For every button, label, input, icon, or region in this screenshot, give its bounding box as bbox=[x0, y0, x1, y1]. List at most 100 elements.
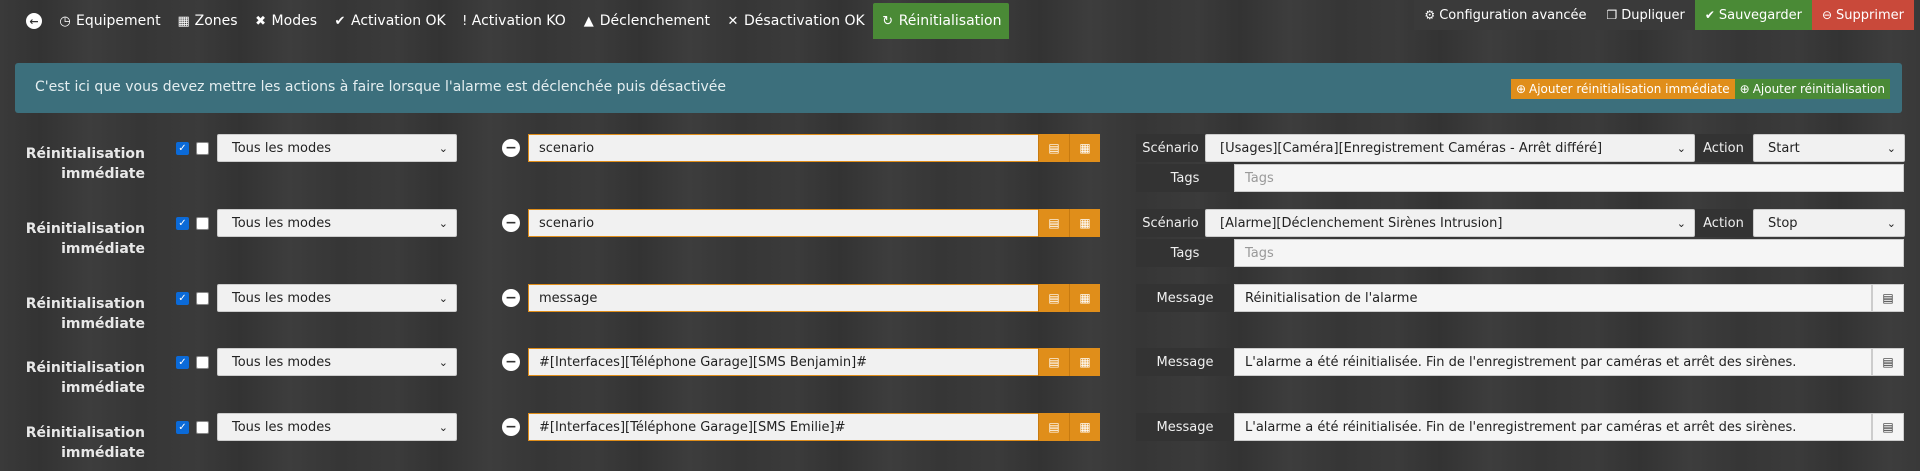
message-input[interactable]: Réinitialisation de l'alarme bbox=[1234, 284, 1872, 312]
select-command-button[interactable]: ▤ bbox=[1038, 209, 1069, 237]
command-input[interactable]: scenario bbox=[528, 134, 1040, 162]
enable-checkbox[interactable]: ✓ bbox=[176, 217, 189, 230]
minus-icon: − bbox=[505, 354, 517, 370]
row-label: Réinitialisation immédiate bbox=[25, 146, 145, 182]
list-alt-icon: ▤ bbox=[1048, 216, 1060, 230]
chevron-down-icon: ⌄ bbox=[438, 421, 448, 434]
chevron-down-icon: ⌄ bbox=[1676, 217, 1686, 230]
button-label: Ajouter réinitialisation bbox=[1752, 82, 1885, 96]
parallel-checkbox[interactable] bbox=[196, 217, 209, 230]
select-value: Start bbox=[1768, 140, 1800, 156]
tab-reinitialisation[interactable]: ↻ Réinitialisation bbox=[872, 3, 1010, 39]
select-action-button[interactable]: ▦ bbox=[1069, 209, 1100, 237]
parallel-checkbox[interactable] bbox=[196, 356, 209, 369]
grid-icon: ▦ bbox=[177, 13, 190, 29]
select-value: Tous les modes bbox=[232, 354, 331, 370]
tasks-icon: ▦ bbox=[1079, 291, 1091, 305]
select-value: Tous les modes bbox=[232, 140, 331, 156]
select-value: Tous les modes bbox=[232, 290, 331, 306]
tab-label: Activation OK bbox=[351, 13, 446, 29]
action-select[interactable]: Stop ⌄ bbox=[1753, 209, 1905, 237]
select-command-button[interactable]: ▤ bbox=[1038, 134, 1069, 162]
tab-label: Zones bbox=[194, 13, 238, 29]
command-input[interactable]: #[Interfaces][Téléphone Garage][SMS Benj… bbox=[528, 348, 1040, 376]
enable-checkbox[interactable]: ✓ bbox=[176, 142, 189, 155]
tasks-icon: ▦ bbox=[1079, 141, 1091, 155]
tags-input[interactable]: Tags bbox=[1234, 239, 1904, 267]
advanced-config-button[interactable]: ⚙ Configuration avancée bbox=[1414, 0, 1597, 30]
enable-checkbox[interactable]: ✓ bbox=[176, 356, 189, 369]
minus-circle-icon: ⊖ bbox=[1821, 8, 1833, 22]
plus-circle-icon: ⊕ bbox=[1515, 82, 1527, 96]
enable-checkbox[interactable]: ✓ bbox=[176, 292, 189, 305]
message-option-button[interactable]: ▤ bbox=[1872, 284, 1904, 312]
duplicate-button[interactable]: ❐ Dupliquer bbox=[1596, 0, 1695, 30]
command-input[interactable]: message bbox=[528, 284, 1040, 312]
message-input[interactable]: L'alarme a été réinitialisée. Fin de l'e… bbox=[1234, 413, 1872, 441]
mode-select[interactable]: Tous les modes ⌄ bbox=[217, 134, 457, 162]
list-alt-icon: ▤ bbox=[1048, 291, 1060, 305]
bell-icon: ▲ bbox=[583, 13, 594, 29]
parallel-checkbox[interactable] bbox=[196, 142, 209, 155]
cogs-icon: ⚙ bbox=[1424, 8, 1436, 22]
row-label: Réinitialisation immédiate bbox=[25, 221, 145, 257]
parallel-checkbox[interactable] bbox=[196, 421, 209, 434]
mode-select[interactable]: Tous les modes ⌄ bbox=[217, 413, 457, 441]
message-option-button[interactable]: ▤ bbox=[1872, 348, 1904, 376]
mode-select[interactable]: Tous les modes ⌄ bbox=[217, 209, 457, 237]
remove-action-button[interactable]: − bbox=[502, 353, 520, 371]
select-action-button[interactable]: ▦ bbox=[1069, 134, 1100, 162]
select-action-button[interactable]: ▦ bbox=[1069, 413, 1100, 441]
command-input[interactable]: #[Interfaces][Téléphone Garage][SMS Emil… bbox=[528, 413, 1040, 441]
back-button[interactable]: ← bbox=[18, 3, 50, 39]
select-command-button[interactable]: ▤ bbox=[1038, 284, 1069, 312]
tab-zones[interactable]: ▦ Zones bbox=[169, 3, 246, 39]
remove-action-button[interactable]: − bbox=[502, 139, 520, 157]
chevron-down-icon: ⌄ bbox=[438, 142, 448, 155]
action-row: Réinitialisation immédiate ✓ Tous les mo… bbox=[0, 209, 1920, 275]
button-label: Configuration avancée bbox=[1439, 7, 1587, 23]
command-input[interactable]: scenario bbox=[528, 209, 1040, 237]
tab-label: Activation KO bbox=[471, 13, 566, 29]
tags-input[interactable]: Tags bbox=[1234, 164, 1904, 192]
mode-select[interactable]: Tous les modes ⌄ bbox=[217, 284, 457, 312]
arrow-left-circle-icon: ← bbox=[26, 13, 42, 29]
save-button[interactable]: ✔ Sauvegarder bbox=[1694, 0, 1812, 30]
action-select[interactable]: Start ⌄ bbox=[1753, 134, 1905, 162]
select-command-button[interactable]: ▤ bbox=[1038, 348, 1069, 376]
remove-action-button[interactable]: − bbox=[502, 214, 520, 232]
message-input[interactable]: L'alarme a été réinitialisée. Fin de l'e… bbox=[1234, 348, 1872, 376]
enable-checkbox[interactable]: ✓ bbox=[176, 421, 189, 434]
list-alt-icon: ▤ bbox=[1048, 420, 1060, 434]
info-banner: C'est ici que vous devez mettre les acti… bbox=[15, 63, 1902, 113]
tab-modes[interactable]: ✖ Modes bbox=[246, 3, 325, 39]
message-option-button[interactable]: ▤ bbox=[1872, 413, 1904, 441]
add-immediate-reset-button[interactable]: ⊕ Ajouter réinitialisation immédiate bbox=[1510, 79, 1735, 99]
select-action-button[interactable]: ▦ bbox=[1069, 284, 1100, 312]
tags-label: Tags bbox=[1136, 239, 1234, 267]
action-label: Action bbox=[1695, 134, 1752, 162]
select-command-button[interactable]: ▤ bbox=[1038, 413, 1069, 441]
tab-activation-ko[interactable]: ! Activation KO bbox=[454, 3, 574, 39]
tasks-icon: ▦ bbox=[1079, 355, 1091, 369]
list-alt-icon: ▤ bbox=[1882, 355, 1894, 369]
list-alt-icon: ▤ bbox=[1882, 291, 1894, 305]
scenario-select[interactable]: [Alarme][Déclenchement Sirènes Intrusion… bbox=[1205, 209, 1695, 237]
tab-declenchement[interactable]: ▲ Déclenchement bbox=[574, 3, 718, 39]
times-icon: ✕ bbox=[727, 13, 739, 29]
action-row: Réinitialisation immédiate ✓ Tous les mo… bbox=[0, 134, 1920, 200]
scenario-select[interactable]: [Usages][Caméra][Enregistrement Caméras … bbox=[1205, 134, 1695, 162]
select-value: Tous les modes bbox=[232, 215, 331, 231]
chevron-down-icon: ⌄ bbox=[438, 356, 448, 369]
tab-equipement[interactable]: ◷ Equipement bbox=[50, 3, 169, 39]
select-action-button[interactable]: ▦ bbox=[1069, 348, 1100, 376]
mode-select[interactable]: Tous les modes ⌄ bbox=[217, 348, 457, 376]
remove-action-button[interactable]: − bbox=[502, 289, 520, 307]
delete-button[interactable]: ⊖ Supprimer bbox=[1811, 0, 1914, 30]
action-label: Action bbox=[1695, 209, 1752, 237]
remove-action-button[interactable]: − bbox=[502, 418, 520, 436]
tab-activation-ok[interactable]: ✔ Activation OK bbox=[325, 3, 454, 39]
add-reset-button[interactable]: ⊕ Ajouter réinitialisation bbox=[1734, 79, 1890, 99]
tab-desactivation-ok[interactable]: ✕ Désactivation OK bbox=[718, 3, 873, 39]
parallel-checkbox[interactable] bbox=[196, 292, 209, 305]
